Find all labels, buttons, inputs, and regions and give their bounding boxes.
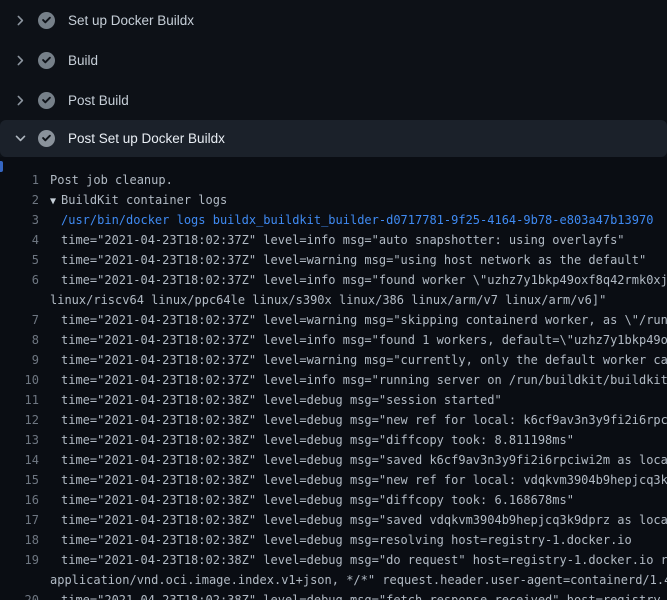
log-text: time="2021-04-23T18:02:38Z" level=debug … <box>39 430 574 450</box>
line-number: 4 <box>0 230 39 250</box>
log-row: 7 time="2021-04-23T18:02:37Z" level=warn… <box>0 310 667 330</box>
log-row: 10 time="2021-04-23T18:02:37Z" level=inf… <box>0 370 667 390</box>
log-row: 20 time="2021-04-23T18:02:38Z" level=deb… <box>0 590 667 600</box>
log-row-group-header: 2 ▼ BuildKit container logs <box>0 190 667 210</box>
step-list: Set up Docker Buildx Build Post Build Po… <box>0 0 667 157</box>
log-row: 6 time="2021-04-23T18:02:37Z" level=info… <box>0 270 667 290</box>
line-number: 3 <box>0 210 39 230</box>
log-row: 4 time="2021-04-23T18:02:37Z" level=info… <box>0 230 667 250</box>
log-row: 16 time="2021-04-23T18:02:38Z" level=deb… <box>0 490 667 510</box>
line-number: 18 <box>0 530 39 550</box>
log-row-command: 3 /usr/bin/docker logs buildx_buildkit_b… <box>0 210 667 230</box>
log-text: time="2021-04-23T18:02:37Z" level=info m… <box>39 230 625 250</box>
log-row: 13 time="2021-04-23T18:02:38Z" level=deb… <box>0 430 667 450</box>
log-viewer[interactable]: 1 Post job cleanup. 2 ▼ BuildKit containe… <box>0 157 667 600</box>
line-number: 17 <box>0 510 39 530</box>
step-label: Set up Docker Buildx <box>68 13 194 28</box>
focus-accent-bar <box>0 161 3 172</box>
step-row-set-up-docker-buildx[interactable]: Set up Docker Buildx <box>0 0 667 40</box>
chevron-right-icon <box>13 53 28 68</box>
log-row: 12 time="2021-04-23T18:02:38Z" level=deb… <box>0 410 667 430</box>
log-row: 18 time="2021-04-23T18:02:38Z" level=deb… <box>0 530 667 550</box>
line-number: 13 <box>0 430 39 450</box>
log-text: time="2021-04-23T18:02:37Z" level=info m… <box>39 330 667 350</box>
log-row: 5 time="2021-04-23T18:02:37Z" level=warn… <box>0 250 667 270</box>
log-text: linux/riscv64 linux/ppc64le linux/s390x … <box>39 290 606 310</box>
step-label: Post Set up Docker Buildx <box>68 131 225 146</box>
log-text: time="2021-04-23T18:02:38Z" level=debug … <box>39 490 574 510</box>
check-circle-icon <box>38 92 55 109</box>
line-number: 6 <box>0 270 39 290</box>
check-circle-icon <box>38 12 55 29</box>
line-number: 2 <box>0 190 39 210</box>
line-number: 20 <box>0 590 39 600</box>
step-row-build[interactable]: Build <box>0 40 667 80</box>
log-text: application/vnd.oci.image.index.v1+json,… <box>39 570 667 590</box>
log-row-wrap-continuation: linux/riscv64 linux/ppc64le linux/s390x … <box>0 290 667 310</box>
log-row-wrap-continuation: application/vnd.oci.image.index.v1+json,… <box>0 570 667 590</box>
line-number: 5 <box>0 250 39 270</box>
log-row: 15 time="2021-04-23T18:02:38Z" level=deb… <box>0 470 667 490</box>
line-number <box>0 290 39 310</box>
log-text: time="2021-04-23T18:02:37Z" level=warnin… <box>39 250 646 270</box>
line-number: 11 <box>0 390 39 410</box>
log-text: /usr/bin/docker logs buildx_buildkit_bui… <box>39 210 653 230</box>
log-text: time="2021-04-23T18:02:38Z" level=debug … <box>39 510 667 530</box>
log-text: time="2021-04-23T18:02:38Z" level=debug … <box>39 450 667 470</box>
step-row-post-build[interactable]: Post Build <box>0 80 667 120</box>
line-number: 14 <box>0 450 39 470</box>
log-text: time="2021-04-23T18:02:38Z" level=debug … <box>39 530 632 550</box>
log-text: time="2021-04-23T18:02:37Z" level=info m… <box>39 370 667 390</box>
log-row: 14 time="2021-04-23T18:02:38Z" level=deb… <box>0 450 667 470</box>
log-text: time="2021-04-23T18:02:38Z" level=debug … <box>39 470 667 490</box>
chevron-right-icon <box>13 13 28 28</box>
step-label: Build <box>68 53 98 68</box>
log-text: time="2021-04-23T18:02:37Z" level=warnin… <box>39 310 667 330</box>
line-number: 12 <box>0 410 39 430</box>
log-row: 1 Post job cleanup. <box>0 170 667 190</box>
log-text: time="2021-04-23T18:02:38Z" level=debug … <box>39 390 502 410</box>
log-text: ▼ BuildKit container logs <box>39 190 227 210</box>
line-number <box>0 570 39 590</box>
log-row: 8 time="2021-04-23T18:02:37Z" level=info… <box>0 330 667 350</box>
chevron-down-icon <box>13 131 28 146</box>
check-circle-icon <box>38 52 55 69</box>
line-number: 19 <box>0 550 39 570</box>
log-row: 19 time="2021-04-23T18:02:38Z" level=deb… <box>0 550 667 570</box>
log-text: time="2021-04-23T18:02:38Z" level=debug … <box>39 550 667 570</box>
step-row-post-set-up-docker-buildx[interactable]: Post Set up Docker Buildx <box>0 120 667 157</box>
step-label: Post Build <box>68 93 129 108</box>
group-collapse-toggle-icon[interactable]: ▼ <box>50 196 56 207</box>
line-number: 8 <box>0 330 39 350</box>
line-number: 10 <box>0 370 39 390</box>
line-number: 16 <box>0 490 39 510</box>
line-number: 15 <box>0 470 39 490</box>
log-text: time="2021-04-23T18:02:38Z" level=debug … <box>39 590 667 600</box>
log-text: time="2021-04-23T18:02:37Z" level=warnin… <box>39 350 667 370</box>
log-row: 9 time="2021-04-23T18:02:37Z" level=warn… <box>0 350 667 370</box>
line-number: 7 <box>0 310 39 330</box>
log-text: Post job cleanup. <box>39 170 173 190</box>
chevron-right-icon <box>13 93 28 108</box>
check-circle-icon <box>38 130 55 147</box>
line-number: 9 <box>0 350 39 370</box>
group-title: BuildKit container logs <box>61 193 227 207</box>
log-row: 11 time="2021-04-23T18:02:38Z" level=deb… <box>0 390 667 410</box>
log-row: 17 time="2021-04-23T18:02:38Z" level=deb… <box>0 510 667 530</box>
log-text: time="2021-04-23T18:02:37Z" level=info m… <box>39 270 667 290</box>
log-text: time="2021-04-23T18:02:38Z" level=debug … <box>39 410 667 430</box>
line-number: 1 <box>0 170 39 190</box>
